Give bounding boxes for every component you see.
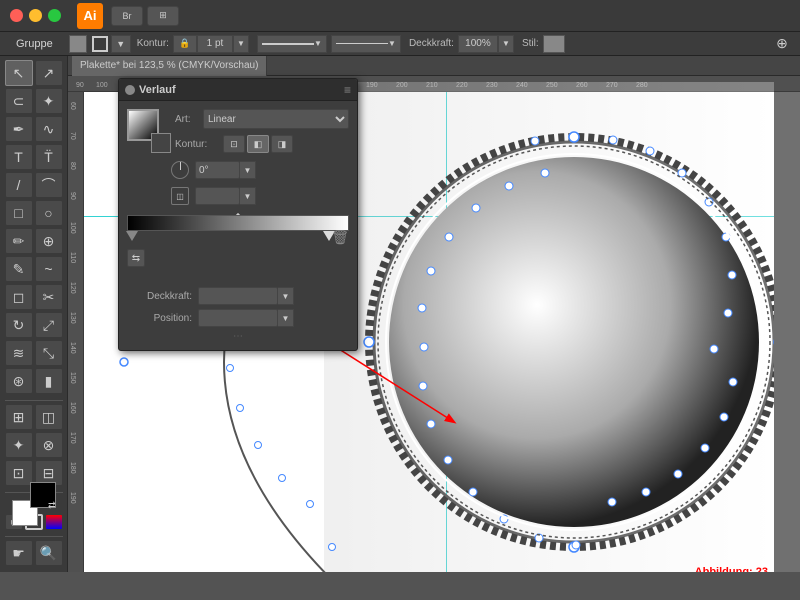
close-button[interactable] [10, 9, 23, 22]
traffic-lights [10, 9, 61, 22]
opacity-label: Deckkraft: [409, 38, 454, 49]
art-label: Art: [175, 114, 203, 125]
menubar: Gruppe ▼ Kontur: 🔒 ▼ ▼ ▼ Deckkraft: ▼ St… [0, 32, 800, 56]
smooth-tool[interactable]: ~ [35, 256, 63, 282]
deckkraft-input[interactable] [198, 287, 278, 305]
stil-label: Stil: [522, 38, 539, 49]
arc-tool[interactable]: ⌒ [35, 172, 63, 198]
minimize-button[interactable] [29, 9, 42, 22]
panel-title: Verlauf [139, 84, 176, 96]
rect-tool[interactable]: □ [5, 200, 33, 226]
type-touch-tool[interactable]: T̈ [35, 144, 63, 170]
deckkraft-dropdown[interactable]: ▼ [278, 287, 294, 305]
pencil-tool[interactable]: ✎ [5, 256, 33, 282]
gradient-tool[interactable]: ◫ [35, 404, 63, 430]
pen-tool[interactable]: ✒ [5, 116, 33, 142]
stroke-options[interactable]: ▼ [111, 35, 131, 53]
doc-tab-plakette[interactable]: Plakette* bei 123,5 % (CMYK/Vorschau) [72, 56, 267, 76]
gradient-preview-swatch[interactable] [127, 109, 167, 149]
kontur-label: Kontur: [137, 38, 169, 49]
maximize-button[interactable] [48, 9, 61, 22]
panel-titlebar: Verlauf ≡ [119, 79, 357, 101]
free-transform-tool[interactable]: ⤡ [35, 340, 63, 366]
angle-input[interactable] [195, 161, 240, 179]
reverse-gradient-icon[interactable]: ⇆ [127, 249, 145, 267]
resize-handle[interactable]: ⋯ [233, 331, 243, 342]
gradient-stop-left[interactable] [126, 231, 138, 241]
abbildung-label: Abbildung: 23 [695, 566, 768, 572]
ellipse-tool[interactable]: ○ [35, 200, 63, 226]
brush-tool[interactable]: ✏ [5, 228, 33, 254]
type-tool[interactable]: T [5, 144, 33, 170]
symbol-sprayer-tool[interactable]: ⊛ [5, 368, 33, 394]
deckkraft-row: Deckkraft: ▼ [127, 287, 349, 305]
gradient-bar[interactable] [127, 215, 349, 231]
blob-brush-tool[interactable]: ⊕ [35, 228, 63, 254]
angle-dropdown[interactable]: ▼ [240, 161, 256, 179]
view-button[interactable]: ⊞ [147, 6, 179, 26]
document-area: ↖ ↗ ⊂ ✦ ✒ ∿ T T̈ / ⌒ □ ○ ✏ ⊕ ✎ ~ [0, 56, 800, 572]
gradient-type-select[interactable]: Linear [203, 109, 349, 129]
aspect-input[interactable] [195, 187, 240, 205]
scale-tool[interactable]: ⤢ [35, 312, 63, 338]
kontur-icon-2[interactable]: ◧ [247, 135, 269, 153]
artboard-tool[interactable]: ⊡ [5, 460, 33, 486]
opacity-dropdown[interactable]: ▼ [498, 35, 514, 53]
more-options-icon[interactable]: ⊕ [772, 34, 792, 54]
fill-swatch[interactable] [69, 35, 87, 53]
kontur-dropdown[interactable]: ▼ [233, 35, 249, 53]
color-mode-gradient[interactable] [45, 514, 63, 530]
blend-tool[interactable]: ⊗ [35, 432, 63, 458]
position-label: Position: [127, 313, 192, 324]
aspect-dropdown[interactable]: ▼ [240, 187, 256, 205]
curvature-tool[interactable]: ∿ [35, 116, 63, 142]
zoom-tool[interactable]: 🔍 [35, 540, 63, 566]
stroke-swatch[interactable] [92, 36, 108, 52]
kontur-panel-label: Kontur: [175, 139, 223, 150]
scissors-tool[interactable]: ✂ [35, 284, 63, 310]
mesh-tool[interactable]: ⊞ [5, 404, 33, 430]
kontur-value[interactable] [197, 35, 233, 53]
hand-tool[interactable]: ☛ [5, 540, 33, 566]
delete-stop-icon[interactable]: 🗑 [331, 229, 349, 246]
position-row: Position: ▼ [127, 309, 349, 327]
canvas-area: Plakette* bei 123,5 % (CMYK/Vorschau) 90… [68, 56, 800, 572]
br-button[interactable]: Br [111, 6, 143, 26]
deckkraft-label: Deckkraft: [127, 291, 192, 302]
angle-indicator [171, 161, 189, 179]
panel-close-button[interactable] [125, 85, 135, 95]
line-tool[interactable]: / [5, 172, 33, 198]
document-tabbar: Plakette* bei 123,5 % (CMYK/Vorschau) [68, 56, 800, 76]
eyedropper-tool[interactable]: ✦ [5, 432, 33, 458]
toolbar: ↖ ↗ ⊂ ✦ ✒ ∿ T T̈ / ⌒ □ ○ ✏ ⊕ ✎ ~ [0, 56, 68, 572]
position-input[interactable] [198, 309, 278, 327]
panel-body: Art: Linear Kontur: ⊡ ◧ ◨ [119, 101, 357, 350]
gruppe-label: Gruppe [8, 32, 61, 56]
app-icon: Ai [77, 3, 103, 29]
warp-tool[interactable]: ≋ [5, 340, 33, 366]
eraser-tool[interactable]: ◻ [5, 284, 33, 310]
rotate-tool[interactable]: ↻ [5, 312, 33, 338]
kontur-icon-1[interactable]: ⊡ [223, 135, 245, 153]
badge-shape [324, 82, 774, 572]
opacity-value[interactable] [458, 35, 498, 53]
lasso-tool[interactable]: ⊂ [5, 88, 33, 114]
titlebar: Ai Br ⊞ [0, 0, 800, 32]
stroke-style-1[interactable]: ▼ [257, 35, 327, 53]
kontur-lock[interactable]: 🔒 [173, 35, 197, 53]
gradient-panel: Verlauf ≡ Art: Linear [118, 78, 358, 351]
swap-colors-icon[interactable]: ⇄ [48, 500, 56, 511]
aspect-icon[interactable]: ◫ [171, 187, 189, 205]
kontur-icon-3[interactable]: ◨ [271, 135, 293, 153]
direct-select-tool[interactable]: ↗ [35, 60, 63, 86]
stroke-style-2[interactable]: ▼ [331, 35, 401, 53]
position-dropdown[interactable]: ▼ [278, 309, 294, 327]
stil-swatch[interactable] [543, 35, 565, 53]
select-tool[interactable]: ↖ [5, 60, 33, 86]
column-graph-tool[interactable]: ▮ [35, 368, 63, 394]
magic-wand-tool[interactable]: ✦ [35, 88, 63, 114]
panel-menu-icon[interactable]: ≡ [344, 83, 351, 97]
gradient-slider-area: 🗑 ⇆ [127, 215, 349, 267]
